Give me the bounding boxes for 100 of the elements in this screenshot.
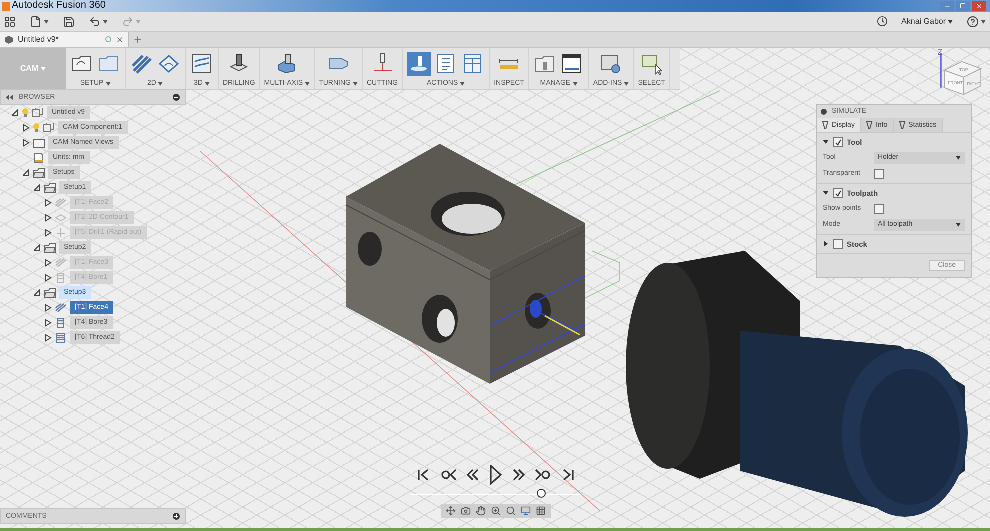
caret-icon (460, 82, 466, 86)
face-operation-icon (55, 198, 67, 208)
caret-icon (40, 66, 46, 70)
parallel-strokes-icon (131, 53, 153, 75)
cube-icon (4, 34, 14, 44)
face-operation-icon (55, 258, 67, 268)
caret-icon (305, 82, 310, 86)
caret-icon (44, 20, 49, 24)
bore-operation-icon (55, 318, 67, 328)
caret-icon (572, 82, 578, 86)
apps-grid-icon[interactable] (4, 16, 16, 28)
caret-icon (956, 222, 961, 226)
pin-icon[interactable] (173, 94, 180, 100)
thread-operation-icon (55, 332, 67, 342)
user-menu[interactable]: Aknai Gabor (902, 17, 953, 26)
component-icon (32, 108, 44, 118)
expanded-toggle-icon[interactable] (34, 184, 41, 192)
folder-icon (33, 138, 45, 148)
close-icon[interactable] (976, 2, 982, 10)
caret-icon (106, 82, 111, 86)
caret-icon (981, 20, 986, 24)
collapsed-toggle-icon[interactable] (45, 304, 52, 312)
collapse-panel-icon[interactable] (6, 94, 13, 100)
post-library-icon (561, 53, 584, 75)
checkbox[interactable] (833, 188, 843, 198)
display-icon[interactable] (520, 505, 532, 517)
contour-icon (158, 53, 180, 75)
ribbon-tool-button[interactable] (560, 52, 584, 76)
minimize-panel-icon[interactable] (821, 108, 827, 114)
grid-icon[interactable] (535, 505, 547, 517)
script-gear-icon (600, 53, 622, 75)
expanded-toggle-icon[interactable] (34, 288, 41, 296)
sheet-icon (462, 53, 484, 75)
previous-point-icon[interactable] (441, 468, 457, 482)
surface-strokes-icon (191, 53, 213, 75)
expanded-arrow-icon[interactable] (823, 190, 829, 196)
multi-axis-icon (276, 53, 298, 75)
clock-icon[interactable] (876, 16, 888, 27)
caret-icon (204, 82, 210, 86)
open-folder-icon (44, 182, 56, 192)
app-logo-icon (2, 2, 10, 10)
undo-icon[interactable] (89, 16, 108, 28)
drill-operation-icon (55, 228, 67, 238)
ribbon-tool-button[interactable] (190, 52, 214, 76)
new-tab-icon[interactable] (133, 34, 143, 44)
open-folder-icon (44, 288, 56, 298)
window-title: Autodesk Fusion 360 (12, 0, 106, 12)
next-point-icon[interactable] (535, 468, 551, 482)
caret-icon (136, 20, 141, 24)
collapsed-toggle-icon[interactable] (23, 124, 30, 132)
document-tab[interactable]: Untitled v9* (0, 32, 129, 47)
save-icon[interactable] (63, 16, 75, 28)
maximize-button[interactable] (956, 1, 970, 11)
close-button[interactable] (972, 1, 986, 11)
caret-icon (158, 82, 164, 86)
selection-icon (640, 53, 663, 75)
add-comment-icon[interactable] (173, 512, 180, 520)
caret-icon (948, 20, 953, 24)
pan-hand-icon[interactable] (475, 505, 487, 517)
expanded-toggle-icon[interactable] (23, 168, 30, 176)
checkbox[interactable] (874, 168, 884, 178)
fast-forward-icon[interactable] (511, 468, 527, 482)
play-icon[interactable] (489, 465, 503, 485)
caret-icon (103, 20, 108, 24)
open-folder-icon (33, 168, 45, 178)
document-icon (33, 152, 45, 162)
checkbox[interactable] (874, 204, 884, 214)
orbit-icon[interactable] (445, 505, 457, 517)
face-operation-icon (55, 302, 67, 312)
camera-icon[interactable] (460, 505, 472, 517)
contour-operation-icon (55, 212, 67, 222)
caret-icon (624, 82, 630, 86)
open-folder-icon (44, 242, 56, 252)
timeline-slider[interactable] (411, 489, 581, 500)
collapsed-toggle-icon[interactable] (45, 318, 52, 326)
expanded-arrow-icon[interactable] (823, 139, 829, 145)
tool-icon (898, 120, 906, 130)
zoom-icon[interactable] (490, 505, 502, 517)
help-icon[interactable] (967, 16, 986, 28)
slider-thumb[interactable] (536, 489, 546, 498)
component-icon (43, 122, 55, 132)
caret-icon (352, 82, 358, 86)
collapsed-arrow-icon[interactable] (823, 241, 829, 247)
collapsed-toggle-icon[interactable] (23, 138, 30, 146)
search-icon[interactable] (505, 505, 517, 517)
maximize-icon[interactable] (960, 3, 966, 9)
caret-icon (956, 156, 961, 160)
gcode-icon (435, 53, 458, 75)
checkbox[interactable] (833, 137, 843, 147)
expanded-toggle-icon[interactable] (34, 244, 41, 252)
close-tab-icon[interactable] (116, 36, 124, 44)
file-menu-icon[interactable] (30, 16, 49, 28)
rewind-icon[interactable] (465, 468, 481, 482)
expanded-toggle-icon[interactable] (12, 108, 19, 116)
bore-operation-icon (55, 272, 67, 282)
checkbox[interactable] (833, 239, 843, 249)
tool-icon (822, 120, 829, 130)
collapsed-toggle-icon[interactable] (45, 334, 52, 342)
sync-status-icon (105, 36, 112, 43)
tool-icon (866, 120, 873, 130)
